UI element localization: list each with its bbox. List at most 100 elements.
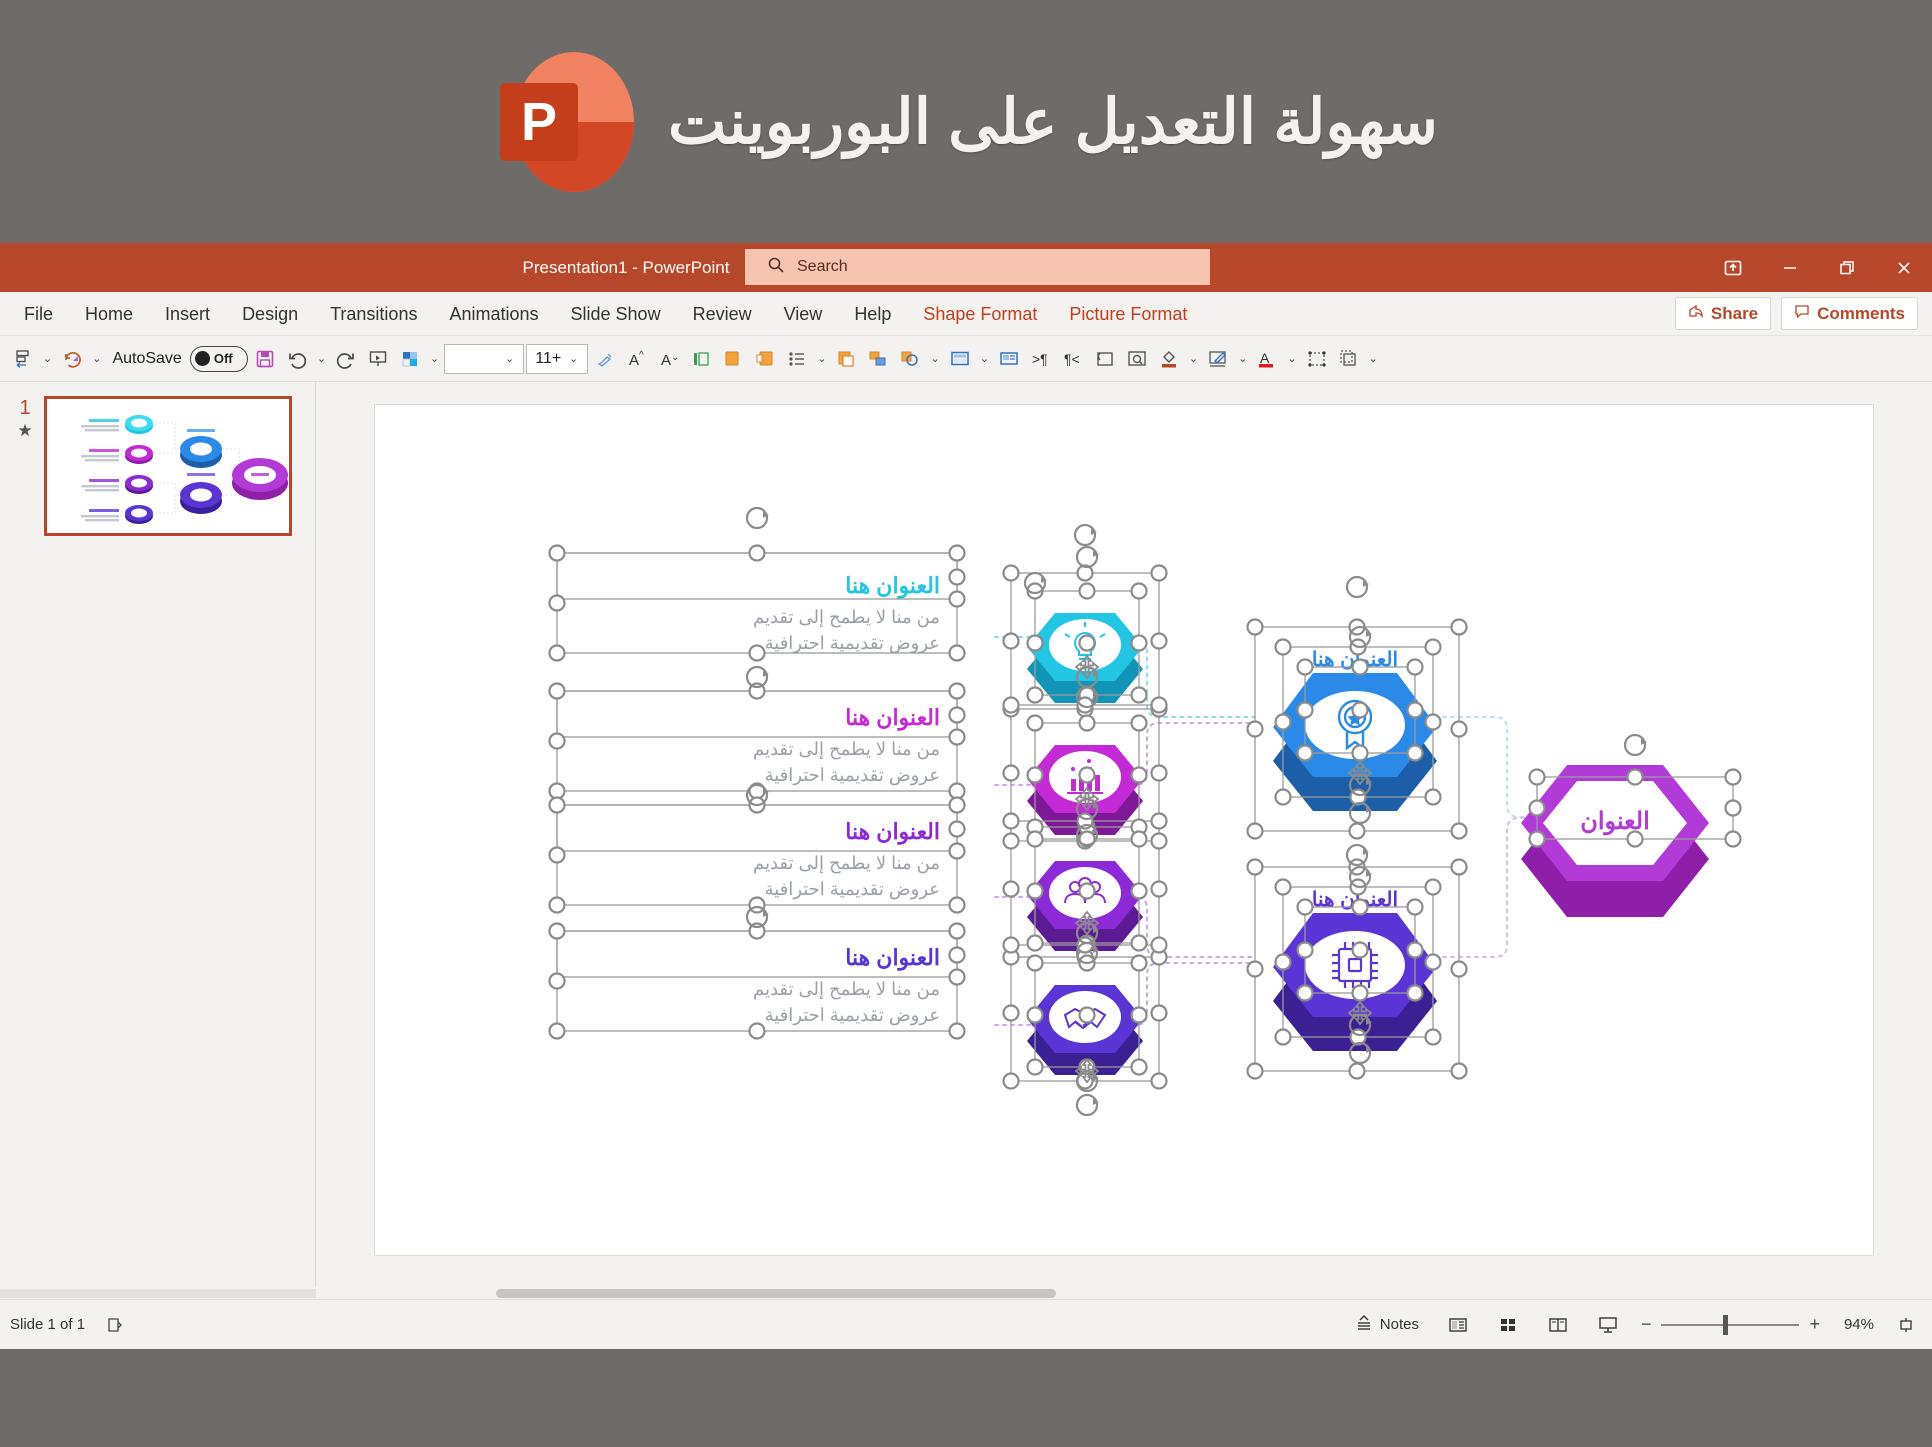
left-text-block-4[interactable]: العنوان هنا من منا لا يطمح إلى تقديم عرو… [580,945,940,1027]
powerpoint-logo-icon: P [494,51,634,192]
save-icon[interactable] [250,342,280,376]
restore-icon[interactable] [1818,243,1875,292]
slide-indicator: Slide 1 of 1 [10,1316,86,1333]
search-input[interactable]: Search [745,249,1210,285]
left-text-block-3[interactable]: العنوان هنا من منا لا يطمح إلى تقديم عرو… [580,819,940,901]
quick-access-icon[interactable] [8,342,38,376]
middle-hex-2[interactable]: العنوان هنا [1255,877,1455,1067]
fill-color-icon[interactable] [1154,342,1184,376]
share-button[interactable]: Share [1674,297,1772,330]
layout-chevron-down-icon[interactable]: ⌄ [977,352,992,365]
zoom-in-button[interactable]: + [1809,1314,1820,1335]
shape-fill-chevron-down-icon[interactable]: ⌄ [427,352,442,365]
comments-button[interactable]: Comments [1781,297,1918,330]
undo-chevron-down-icon[interactable]: ⌄ [314,352,329,365]
slide-editing-stage: العنوان هنا من منا لا يطمح إلى تقديم عرو… [316,382,1932,1299]
zoom-thumb[interactable] [1723,1314,1729,1335]
thumbnail-pane-scrollbar[interactable] [0,1287,495,1299]
tab-design[interactable]: Design [226,292,314,336]
tab-help[interactable]: Help [838,292,907,336]
group-objects-icon[interactable] [1334,342,1364,376]
tab-review[interactable]: Review [677,292,768,336]
tab-insert[interactable]: Insert [149,292,226,336]
left-text-block-2[interactable]: العنوان هنا من منا لا يطمح إلى تقديم عرو… [580,705,940,787]
indent-increase-icon[interactable]: >¶ [1026,342,1056,376]
left-hex-4[interactable] [1015,957,1155,1082]
tab-transitions[interactable]: Transitions [314,292,433,336]
font-name-input[interactable]: ⌄ [444,343,525,374]
zoom-out-button[interactable]: − [1641,1314,1652,1335]
font-color-chevron-down-icon[interactable]: ⌄ [1284,352,1299,365]
close-icon[interactable] [1875,243,1932,292]
font-name-chevron-down-icon[interactable]: ⌄ [502,352,517,365]
tab-picture-format[interactable]: Picture Format [1053,292,1203,336]
select-objects-icon[interactable] [1302,342,1332,376]
comment-bubble-icon [1794,303,1810,324]
search-placeholder: Search [797,258,848,275]
repeat-icon[interactable] [57,342,87,376]
font-color-icon[interactable]: A [1252,342,1282,376]
align-right-icon[interactable] [750,342,780,376]
middle-hex-1[interactable]: العنوان هنا [1255,637,1455,827]
slide-sorter-icon[interactable] [1491,1310,1525,1340]
arrange-icon[interactable] [831,342,861,376]
shape-outline-chevron-down-icon[interactable]: ⌄ [927,352,942,365]
more-commands-icon[interactable]: ⌄ [1366,352,1381,365]
redo-icon[interactable] [331,342,361,376]
svg-text:A: A [629,352,639,369]
draw-chevron-down-icon[interactable]: ⌄ [1235,352,1250,365]
fit-slide-to-window-icon[interactable] [1890,1311,1922,1339]
shape-outline-icon[interactable] [895,342,925,376]
align-left-icon[interactable] [718,342,748,376]
increase-font-size-icon[interactable]: A ^ [622,342,652,376]
ribbon-display-options-icon[interactable] [1704,243,1761,292]
tab-animations[interactable]: Animations [433,292,554,336]
zoom-track[interactable] [1661,1314,1800,1335]
normal-view-icon[interactable] [1441,1310,1475,1340]
tab-home[interactable]: Home [69,292,149,336]
svg-text:A: A [1260,350,1270,366]
slide-thumbnail-1[interactable] [44,396,292,536]
right-hex[interactable]: العنوان [1505,735,1725,925]
group-icon[interactable] [863,342,893,376]
minimize-icon[interactable] [1761,243,1818,292]
repeat-chevron-down-icon[interactable]: ⌄ [89,352,104,365]
zoom-slider[interactable]: − + [1641,1314,1820,1335]
indent-decrease-icon[interactable]: ¶< [1058,342,1088,376]
tab-file[interactable]: File [8,292,69,336]
notes-button[interactable]: Notes [1348,1309,1425,1341]
tab-shape-format[interactable]: Shape Format [907,292,1053,336]
new-slide-icon[interactable] [994,342,1024,376]
bullets-icon[interactable] [782,342,812,376]
shape-fill-icon[interactable] [395,342,425,376]
autosave-toggle[interactable]: Off [189,345,248,372]
start-slideshow-icon[interactable] [363,342,393,376]
left-body-3-line1: من منا لا يطمح إلى تقديم [752,853,940,874]
find-icon[interactable] [1122,342,1152,376]
decrease-font-size-icon[interactable]: A ⌄ [654,342,684,376]
format-painter-icon[interactable] [590,342,620,376]
left-hex-2[interactable] [1015,717,1155,842]
tab-view[interactable]: View [768,292,839,336]
bullets-chevron-down-icon[interactable]: ⌄ [814,352,829,365]
tab-slide-show[interactable]: Slide Show [555,292,677,336]
draw-icon[interactable] [1203,342,1233,376]
undo-icon[interactable] [282,342,312,376]
left-hex-1[interactable] [1015,585,1155,710]
search-icon [767,256,785,279]
slideshow-view-icon[interactable] [1591,1310,1625,1340]
fill-color-chevron-down-icon[interactable]: ⌄ [1186,352,1201,365]
left-text-block-1[interactable]: العنوان هنا من منا لا يطمح إلى تقديم عرو… [580,573,940,655]
font-size-chevron-down-icon[interactable]: ⌄ [566,352,581,365]
text-direction-icon[interactable] [686,342,716,376]
slide-canvas[interactable]: العنوان هنا من منا لا يطمح إلى تقديم عرو… [374,404,1874,1256]
layout-icon[interactable] [945,342,975,376]
left-hex-3[interactable] [1015,833,1155,958]
zoom-percent[interactable]: 94% [1836,1316,1874,1333]
horizontal-scrollbar[interactable] [316,1287,1932,1299]
accessibility-checker-icon[interactable] [99,1311,131,1339]
quick-access-chevron-down-icon[interactable]: ⌄ [40,352,55,365]
reading-view-icon[interactable] [1541,1310,1575,1340]
replace-icon[interactable] [1090,342,1120,376]
font-size-input[interactable]: 11+ ⌄ [526,343,589,374]
